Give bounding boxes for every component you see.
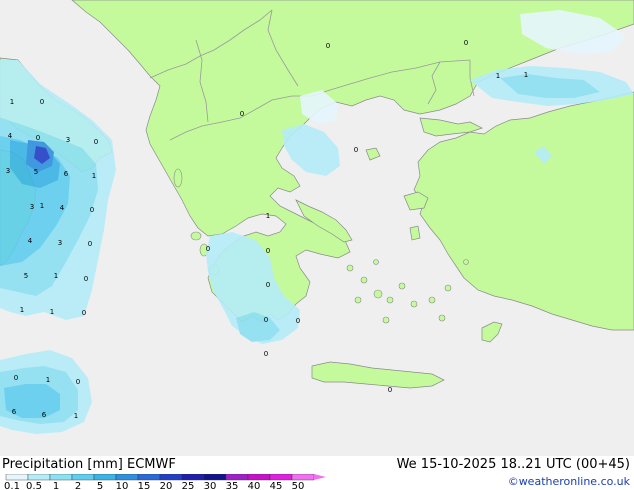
precip-label: 1 — [92, 172, 96, 180]
colorbar-tick-label: 30 — [204, 481, 217, 490]
precip-label: 5 — [24, 272, 28, 280]
colorbar-swatches — [5, 474, 326, 481]
map-footer: Precipitation [mm] ECMWF We 15-10-2025 1… — [0, 456, 634, 490]
precip-label: 0 — [36, 134, 40, 142]
colorbar-tick-label: 50 — [292, 481, 305, 490]
precip-label: 1 — [496, 72, 500, 80]
colorbar-tick-label: 45 — [270, 481, 283, 490]
precip-label: 6 — [12, 408, 17, 416]
colorbar-tick-label: 5 — [97, 481, 103, 490]
colorbar-swatch — [225, 474, 249, 481]
colorbar-tick-label: 25 — [182, 481, 195, 490]
colorbar-ticks: 0.1 0.5 1 2 5 10 15 20 25 30 35 40 45 50 — [4, 481, 304, 490]
colorbar-tick-label: 1 — [53, 481, 59, 490]
precip-colorbar: 0.1 0.5 1 2 5 10 15 20 25 30 35 40 45 50 — [4, 474, 326, 490]
precip-label: 0 — [94, 138, 98, 146]
colorbar-tick-label: 2 — [75, 481, 81, 490]
precip-label: 0 — [266, 247, 270, 255]
map-title: Precipitation [mm] ECMWF — [2, 457, 176, 472]
precip-label: 0 — [354, 146, 358, 154]
precip-label: 1 — [40, 202, 44, 210]
precip-label: 0 — [88, 240, 92, 248]
colorbar-tick-label: 20 — [160, 481, 173, 490]
precip-label: 4 — [28, 237, 33, 245]
precip-label: 3 — [6, 167, 10, 175]
precip-label: 3 — [66, 136, 70, 144]
colorbar-swatch — [71, 474, 95, 481]
land-chios — [409, 225, 421, 241]
precip-label: 0 — [82, 309, 86, 317]
colorbar-swatch — [49, 474, 73, 481]
precip-label: 1 — [50, 308, 54, 316]
precip-label: 1 — [54, 272, 58, 280]
precip-label: 6 — [64, 170, 69, 178]
precip-label: 0 — [264, 350, 268, 358]
precip-label: 4 — [60, 204, 65, 212]
precip-label: 0 — [264, 316, 268, 324]
precip-label: 0 — [90, 206, 94, 214]
precip-label: 0 — [464, 39, 468, 47]
precip-label: 4 — [8, 132, 13, 140]
colorbar-tick-label: 0.1 — [4, 481, 20, 490]
precip-label: 0 — [76, 378, 80, 386]
precip-label: 0 — [240, 110, 244, 118]
precip-label: 0 — [14, 374, 18, 382]
colorbar-swatch — [247, 474, 271, 481]
colorbar-tick-label: 15 — [138, 481, 151, 490]
precip-label: 0 — [326, 42, 330, 50]
colorbar-swatch — [115, 474, 139, 481]
colorbar-swatch — [203, 474, 227, 481]
precip-label: 3 — [30, 203, 34, 211]
colorbar-swatch — [181, 474, 205, 481]
precip-label: 1 — [74, 412, 78, 420]
colorbar-swatch — [291, 474, 315, 481]
precip-label: 1 — [46, 376, 50, 384]
valid-time: We 15-10-2025 18..21 UTC (00+45) — [396, 457, 630, 472]
colorbar-tick-label: 35 — [226, 481, 239, 490]
precip-label: 3 — [58, 239, 62, 247]
precip-label: 1 — [266, 212, 270, 220]
colorbar-swatch — [5, 474, 29, 481]
colorbar-swatch — [137, 474, 161, 481]
precip-label: 0 — [40, 98, 44, 106]
colorbar-swatch — [269, 474, 293, 481]
precip-label: 5 — [34, 168, 38, 176]
colorbar-tick-label: 40 — [248, 481, 261, 490]
precip-label: 6 — [42, 411, 47, 419]
precip-label: 1 — [10, 98, 14, 106]
precipitation-map: 1 0 0 0 0 1 1 0 4 0 3 0 3 5 6 1 3 1 4 0 … — [0, 0, 634, 456]
colorbar-tick-label: 10 — [116, 481, 129, 490]
precip-label: 0 — [266, 281, 270, 289]
colorbar-tick-label: 0.5 — [26, 481, 42, 490]
precip-label: 1 — [20, 306, 24, 314]
precip-label: 0 — [296, 317, 300, 325]
colorbar-arrow — [314, 474, 326, 480]
colorbar-swatch — [159, 474, 183, 481]
credit-link[interactable]: ©weatheronline.co.uk — [508, 475, 630, 488]
colorbar-swatch — [27, 474, 51, 481]
colorbar-swatch — [93, 474, 117, 481]
precip-label: 1 — [524, 71, 528, 79]
precip-label: 0 — [84, 275, 88, 283]
precip-label: 0 — [206, 245, 210, 253]
precip-label: 0 — [388, 386, 392, 394]
